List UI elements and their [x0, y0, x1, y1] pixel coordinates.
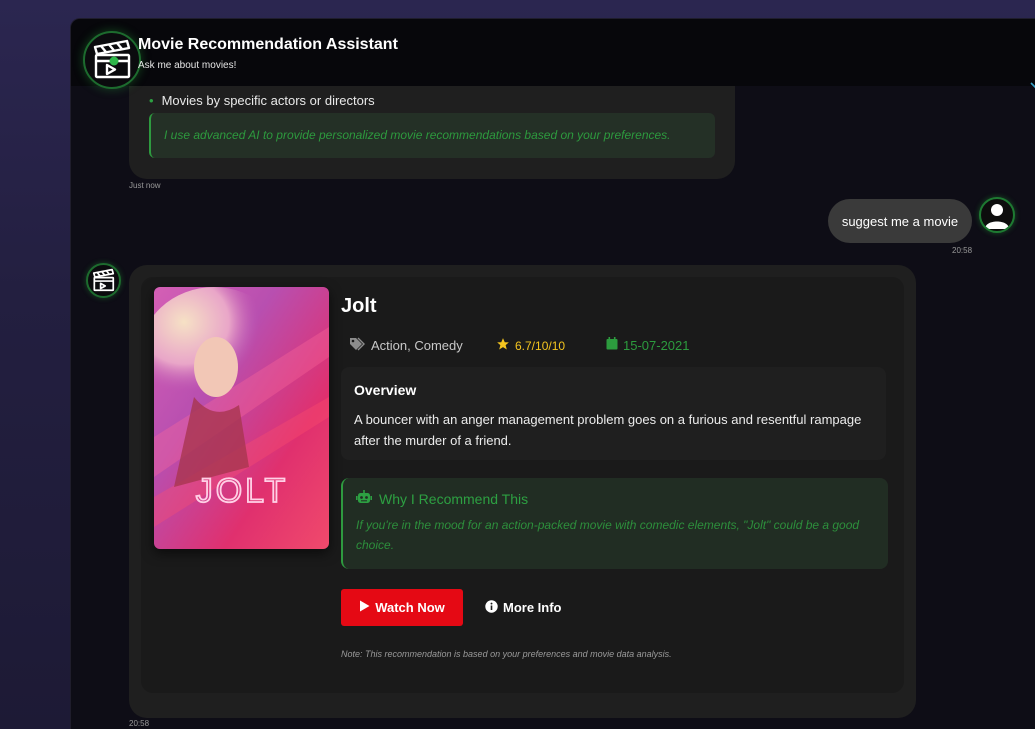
overview-title: Overview: [354, 382, 417, 398]
info-icon: [485, 599, 498, 616]
chat-header: Movie Recommendation Assistant Ask me ab…: [71, 19, 1035, 89]
clapperboard-logo-icon: [83, 31, 141, 89]
watch-now-button[interactable]: Watch Now: [341, 589, 463, 626]
calendar-icon: [606, 337, 618, 353]
user-message-time: 20:58: [952, 246, 973, 255]
rating-meta: 6.7/10/10: [496, 337, 565, 354]
user-message-bubble: suggest me a movie: [828, 199, 972, 243]
more-info-button[interactable]: More Info: [485, 589, 575, 626]
watch-now-label: Watch Now: [375, 600, 445, 615]
recommendation-note: Note: This recommendation is based on yo…: [341, 649, 672, 659]
user-icon: [979, 197, 1015, 233]
movie-genre: Action, Comedy: [371, 338, 463, 353]
play-icon: [359, 600, 370, 615]
poster-title-text: JOLT: [196, 472, 289, 510]
movie-poster[interactable]: JOLT: [154, 287, 329, 549]
movie-title: Jolt: [341, 295, 377, 317]
clapperboard-avatar-icon: [86, 263, 121, 298]
chevron-down-icon[interactable]: [1030, 77, 1035, 89]
assistant-recommendation-message: JOLT Jolt Action, Comedy 6.7/10/10 15-07…: [129, 265, 916, 718]
recommendation-time: 20:58: [129, 719, 150, 728]
overview-text: A bouncer with an anger management probl…: [354, 412, 862, 448]
why-recommend-text: If you're in the mood for an action-pack…: [356, 518, 860, 552]
header-title: Movie Recommendation Assistant: [138, 36, 398, 53]
chat-window: Movies by specific actors or directors I…: [70, 18, 1035, 729]
tag-icon: [349, 337, 366, 354]
movie-rating: 6.7/10/10: [515, 338, 566, 353]
message-time: Just now: [129, 181, 161, 190]
star-icon: [496, 337, 510, 354]
why-recommend-section: Why I Recommend This If you're in the mo…: [341, 478, 888, 569]
more-info-label: More Info: [503, 600, 562, 615]
ai-note: I use advanced AI to provide personalize…: [149, 113, 715, 158]
genre-meta: Action, Comedy: [349, 337, 463, 354]
why-recommend-title: Why I Recommend This: [379, 490, 529, 507]
release-date: 15-07-2021: [623, 337, 690, 353]
date-meta: 15-07-2021: [606, 337, 690, 353]
feature-bullet: Movies by specific actors or directors: [149, 93, 375, 108]
robot-icon: [356, 490, 372, 507]
overview-section: Overview A bouncer with an anger managem…: [341, 367, 886, 460]
header-subtitle: Ask me about movies!: [138, 60, 237, 71]
movie-card: JOLT Jolt Action, Comedy 6.7/10/10 15-07…: [141, 277, 904, 693]
why-recommend-heading: Why I Recommend This: [356, 490, 875, 507]
